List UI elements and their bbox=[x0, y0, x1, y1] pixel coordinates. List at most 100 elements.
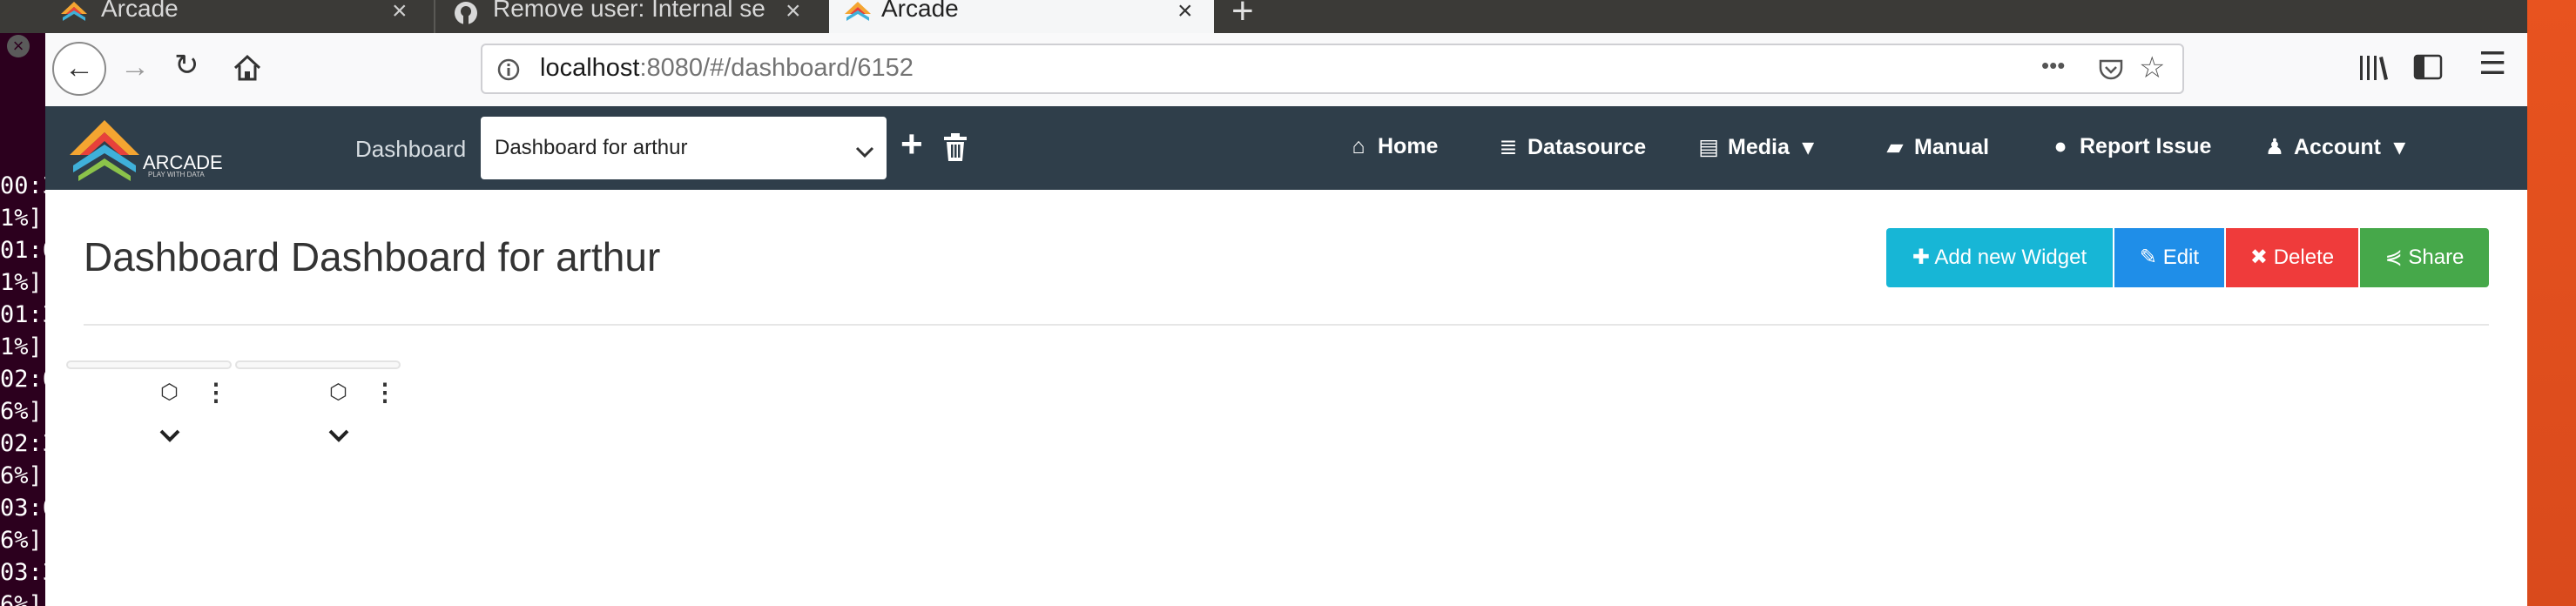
desktop-background bbox=[2527, 0, 2576, 606]
dashboard-select[interactable]: Dashboard for arthur bbox=[481, 117, 887, 179]
url-bar[interactable]: localhost:8080/#/dashboard/6152 ••• ☆ bbox=[481, 44, 2184, 94]
nav-home[interactable]: ⌂ Home bbox=[1346, 134, 1438, 159]
nav-manual-label: Manual bbox=[1914, 135, 1990, 159]
widget: ⬡ ⋮ bbox=[235, 360, 401, 507]
widget-header-bar[interactable] bbox=[235, 360, 401, 369]
terminal-line: 6%] bbox=[0, 462, 43, 489]
terminal-line: 1%] bbox=[0, 269, 43, 296]
browser-tab-bar: Arcade × Remove user: Internal se × Arca… bbox=[0, 0, 2527, 33]
hamburger-menu-icon[interactable]: ☰ bbox=[2478, 48, 2506, 79]
tab-close-icon[interactable]: × bbox=[392, 0, 408, 26]
caret-down-icon: ▾ bbox=[2393, 135, 2405, 159]
tab-arcade-1[interactable]: Arcade × bbox=[45, 0, 428, 33]
nav-datasource[interactable]: ≣ Datasource bbox=[1496, 134, 1647, 160]
library-icon[interactable] bbox=[2357, 52, 2391, 84]
share-button[interactable]: ⋞ Share bbox=[2360, 228, 2489, 287]
widget-menu-icon[interactable]: ⋮ bbox=[204, 378, 228, 407]
arcade-logo[interactable]: ARCADE PLAY WITH DATA bbox=[70, 117, 223, 181]
terminal-line: 02:3 bbox=[0, 430, 45, 457]
tab-separator bbox=[434, 0, 435, 33]
delete-label: Delete bbox=[2273, 246, 2335, 269]
puzzle-icon: ✚ bbox=[1912, 246, 1930, 269]
arcade-favicon-icon bbox=[845, 2, 871, 21]
nav-home-label: Home bbox=[1378, 134, 1439, 158]
widget: ⬡ ⋮ bbox=[66, 360, 232, 507]
widget-header-bar[interactable] bbox=[66, 360, 232, 369]
add-new-widget-label: Add new Widget bbox=[1934, 246, 2087, 269]
x-icon: ✖ bbox=[2249, 246, 2269, 269]
github-favicon-icon bbox=[455, 2, 477, 24]
tab-close-icon[interactable]: × bbox=[1177, 0, 1193, 26]
nav-manual[interactable]: ▰ Manual bbox=[1883, 134, 1989, 160]
new-tab-button[interactable]: + bbox=[1231, 0, 1254, 33]
dashboard-label: Dashboard bbox=[355, 136, 467, 162]
database-icon: ≣ bbox=[1499, 135, 1518, 159]
drag-handle-icon[interactable]: ⬡ bbox=[329, 380, 347, 405]
tab-remove-user[interactable]: Remove user: Internal se × bbox=[437, 0, 820, 33]
chevron-down-icon[interactable] bbox=[327, 428, 350, 442]
browser-nav-bar: ← → ↻ localhost:8080/#/dashboard/6152 ••… bbox=[45, 33, 2527, 107]
tab-close-icon[interactable]: × bbox=[786, 0, 801, 26]
tab-arcade-active[interactable]: Arcade × bbox=[829, 0, 1214, 33]
pocket-icon[interactable] bbox=[2097, 56, 2125, 84]
logo-subtext: PLAY WITH DATA bbox=[148, 171, 205, 178]
share-label: Share bbox=[2408, 246, 2465, 269]
user-icon: ♟ bbox=[2264, 135, 2285, 159]
chevron-down-icon bbox=[855, 146, 874, 158]
arcade-logo-icon bbox=[70, 120, 139, 181]
chevron-down-icon[interactable] bbox=[158, 428, 181, 442]
terminal-line: 01:0 bbox=[0, 237, 45, 264]
reload-button[interactable]: ↻ bbox=[174, 50, 199, 80]
terminal-line: 02:0 bbox=[0, 366, 45, 393]
nav-media-label: Media bbox=[1728, 135, 1790, 159]
terminal-line: 00:3 bbox=[0, 172, 45, 199]
page-title: Dashboard Dashboard for arthur bbox=[84, 234, 661, 279]
add-dashboard-button[interactable]: + bbox=[900, 125, 923, 164]
pencil-icon: ✎ bbox=[2139, 246, 2158, 269]
delete-dashboard-button[interactable] bbox=[941, 132, 970, 162]
tab-label: Arcade bbox=[881, 0, 959, 22]
share-icon: ⋞ bbox=[2384, 246, 2403, 269]
close-icon[interactable]: × bbox=[7, 35, 30, 57]
nav-datasource-label: Datasource bbox=[1527, 135, 1647, 159]
home-icon: ⌂ bbox=[1352, 134, 1366, 158]
url-text: localhost:8080/#/dashboard/6152 bbox=[540, 54, 914, 83]
home-button[interactable] bbox=[232, 52, 263, 84]
file-icon: ▤ bbox=[1698, 135, 1719, 159]
url-path: :8080/#/dashboard/6152 bbox=[639, 54, 914, 82]
nav-account-label: Account bbox=[2294, 135, 2381, 159]
tab-label: Remove user: Internal se bbox=[493, 0, 765, 22]
bookmark-star-icon[interactable]: ☆ bbox=[2139, 50, 2165, 85]
drag-handle-icon[interactable]: ⬡ bbox=[160, 380, 179, 405]
forward-button[interactable]: → bbox=[120, 52, 150, 82]
widget-menu-icon[interactable]: ⋮ bbox=[373, 378, 397, 407]
dashboard-select-value: Dashboard for arthur bbox=[495, 136, 688, 159]
arcade-favicon-icon bbox=[61, 2, 87, 21]
book-icon: ▰ bbox=[1886, 135, 1904, 159]
divider bbox=[84, 324, 2489, 326]
app-header: ARCADE PLAY WITH DATA Dashboard Dashboar… bbox=[45, 106, 2527, 190]
add-new-widget-button[interactable]: ✚ Add new Widget bbox=[1886, 228, 2113, 287]
terminal-line: 03:0 bbox=[0, 495, 45, 522]
terminal-line: 6%] bbox=[0, 527, 43, 554]
nav-report-issue[interactable]: ● Report Issue bbox=[2048, 134, 2211, 159]
terminal-line: 03:3 bbox=[0, 559, 45, 586]
exclamation-circle-icon: ● bbox=[2053, 134, 2067, 158]
url-host: localhost bbox=[540, 54, 640, 82]
tab-label: Arcade bbox=[101, 0, 179, 22]
page-actions-menu-icon[interactable]: ••• bbox=[2041, 52, 2065, 79]
terminal-window-strip: × 00:3 1%] 01:0 1%] 01:3 1%] 02:0 6%] 02… bbox=[0, 0, 45, 606]
back-button[interactable]: ← bbox=[52, 42, 106, 96]
nav-media[interactable]: ▤ Media ▾ bbox=[1696, 134, 1813, 160]
terminal-line: 1%] bbox=[0, 205, 43, 232]
terminal-line: 1%] bbox=[0, 333, 43, 360]
sidebar-toggle-icon[interactable] bbox=[2412, 52, 2444, 82]
edit-button[interactable]: ✎ Edit bbox=[2114, 228, 2224, 287]
caret-down-icon: ▾ bbox=[1802, 135, 1814, 159]
delete-button[interactable]: ✖ Delete bbox=[2226, 228, 2358, 287]
terminal-line: 01:3 bbox=[0, 301, 45, 328]
info-icon[interactable] bbox=[496, 57, 521, 82]
terminal-line: 6%] bbox=[0, 398, 43, 425]
nav-account[interactable]: ♟ Account ▾ bbox=[2262, 134, 2405, 160]
terminal-line: 6%] bbox=[0, 591, 43, 606]
